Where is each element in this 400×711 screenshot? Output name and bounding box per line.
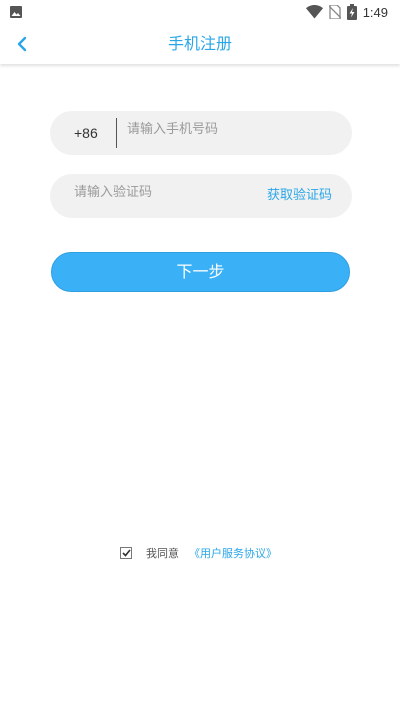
image-icon <box>10 6 22 18</box>
no-sim-icon <box>328 5 341 19</box>
agreement-label: 我同意 <box>146 547 179 560</box>
page-title: 手机注册 <box>167 34 232 53</box>
status-bar: 1:49 <box>0 0 400 24</box>
clock-time: 1:49 <box>362 4 388 20</box>
next-button[interactable]: 下一步 <box>51 252 350 292</box>
user-agreement-link[interactable]: 《用户服务协议》 <box>189 545 277 561</box>
battery-charging-icon <box>346 4 357 20</box>
agreement-checkbox[interactable] <box>120 547 132 559</box>
wifi-icon <box>305 5 323 19</box>
agreement-row: 我同意 《用户服务协议》 <box>120 544 277 562</box>
app-header: 手机注册 <box>0 24 400 64</box>
verification-code-field: 获取验证码 <box>50 170 352 218</box>
checkmark-icon <box>121 549 131 557</box>
country-code[interactable]: +86 <box>74 111 98 155</box>
status-icons: 1:49 <box>305 3 388 21</box>
phone-input[interactable] <box>127 107 337 151</box>
field-divider <box>116 118 117 148</box>
phone-field: +86 <box>50 107 352 155</box>
chevron-left-icon <box>17 36 27 52</box>
get-code-button[interactable]: 获取验证码 <box>267 174 332 218</box>
verification-code-input[interactable] <box>74 170 254 214</box>
back-button[interactable] <box>8 30 36 58</box>
